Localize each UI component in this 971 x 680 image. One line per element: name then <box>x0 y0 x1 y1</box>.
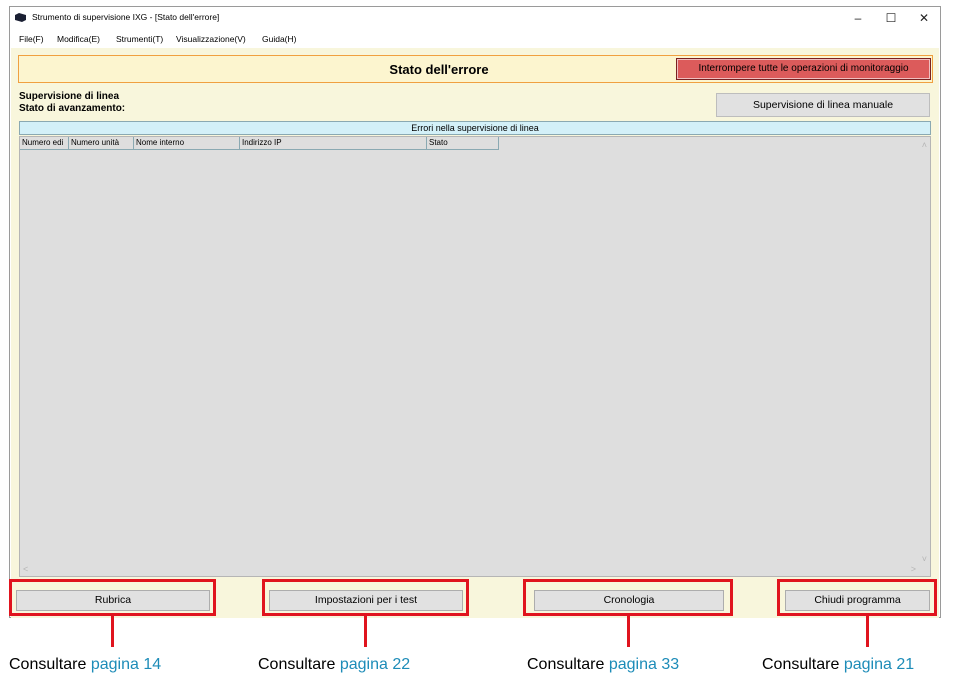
column-header-unit-number[interactable]: Numero unità <box>69 137 134 150</box>
highlight-box <box>9 579 216 616</box>
main-panel: Stato dell'errore Interrompere tutte le … <box>11 48 939 618</box>
page-link[interactable]: pagina 14 <box>91 656 161 673</box>
caption-prefix: Consultare <box>9 656 91 673</box>
highlight-box <box>262 579 469 616</box>
app-window: Strumento di supervisione IXG - [Stato d… <box>9 6 941 618</box>
stop-monitoring-button[interactable]: Interrompere tutte le operazioni di moni… <box>676 58 931 80</box>
maximize-icon[interactable]: ☐ <box>880 9 902 27</box>
column-header-station-number[interactable]: Numero edi <box>20 137 69 150</box>
errors-table-header: Errori nella supervisione di linea <box>19 121 931 135</box>
errors-list[interactable]: Numero edi Numero unità Nome interno Ind… <box>19 136 931 577</box>
progress-label: Stato di avanzamento: <box>19 103 126 114</box>
page-link[interactable]: pagina 22 <box>340 656 410 673</box>
minimize-icon[interactable]: – <box>847 9 869 27</box>
leader-line <box>364 616 367 647</box>
column-header-ip-address[interactable]: Indirizzo IP <box>240 137 427 150</box>
column-header-status[interactable]: Stato <box>427 137 499 150</box>
line-supervision-label: Supervisione di linea <box>19 91 120 102</box>
window-title: Strumento di supervisione IXG - [Stato d… <box>32 12 220 22</box>
caption-prefix: Consultare <box>762 656 844 673</box>
page-link[interactable]: pagina 21 <box>844 656 914 673</box>
page-title: Stato dell'errore <box>389 62 489 77</box>
caption-history: Consultare pagina 33 <box>527 656 679 674</box>
caption-address-book: Consultare pagina 14 <box>9 656 161 674</box>
highlight-box <box>523 579 733 616</box>
scroll-down-icon[interactable]: ˅ <box>922 554 927 564</box>
close-icon[interactable]: ✕ <box>913 9 935 27</box>
status-header: Stato dell'errore Interrompere tutte le … <box>18 55 933 83</box>
menu-view[interactable]: Visualizzazione(V) <box>176 34 246 44</box>
highlight-box <box>777 579 937 616</box>
scroll-left-icon[interactable]: < <box>23 564 28 574</box>
scroll-right-icon[interactable]: > <box>911 564 916 574</box>
menu-tools[interactable]: Strumenti(T) <box>116 34 163 44</box>
scroll-up-icon[interactable]: ˄ <box>922 140 927 150</box>
column-header-internal-name[interactable]: Nome interno <box>134 137 240 150</box>
caption-prefix: Consultare <box>258 656 340 673</box>
caption-prefix: Consultare <box>527 656 609 673</box>
menu-edit[interactable]: Modifica(E) <box>57 34 100 44</box>
leader-line <box>866 616 869 647</box>
leader-line <box>111 616 114 647</box>
leader-line <box>627 616 630 647</box>
caption-close-program: Consultare pagina 21 <box>762 656 914 674</box>
manual-line-supervision-button[interactable]: Supervisione di linea manuale <box>716 93 930 117</box>
page-link[interactable]: pagina 33 <box>609 656 679 673</box>
title-bar: Strumento di supervisione IXG - [Stato d… <box>10 7 940 30</box>
menu-file[interactable]: File(F) <box>19 34 44 44</box>
menu-bar: File(F) Modifica(E) Strumenti(T) Visuali… <box>10 31 940 47</box>
app-icon <box>15 13 26 22</box>
menu-help[interactable]: Guida(H) <box>262 34 296 44</box>
caption-test-settings: Consultare pagina 22 <box>258 656 410 674</box>
